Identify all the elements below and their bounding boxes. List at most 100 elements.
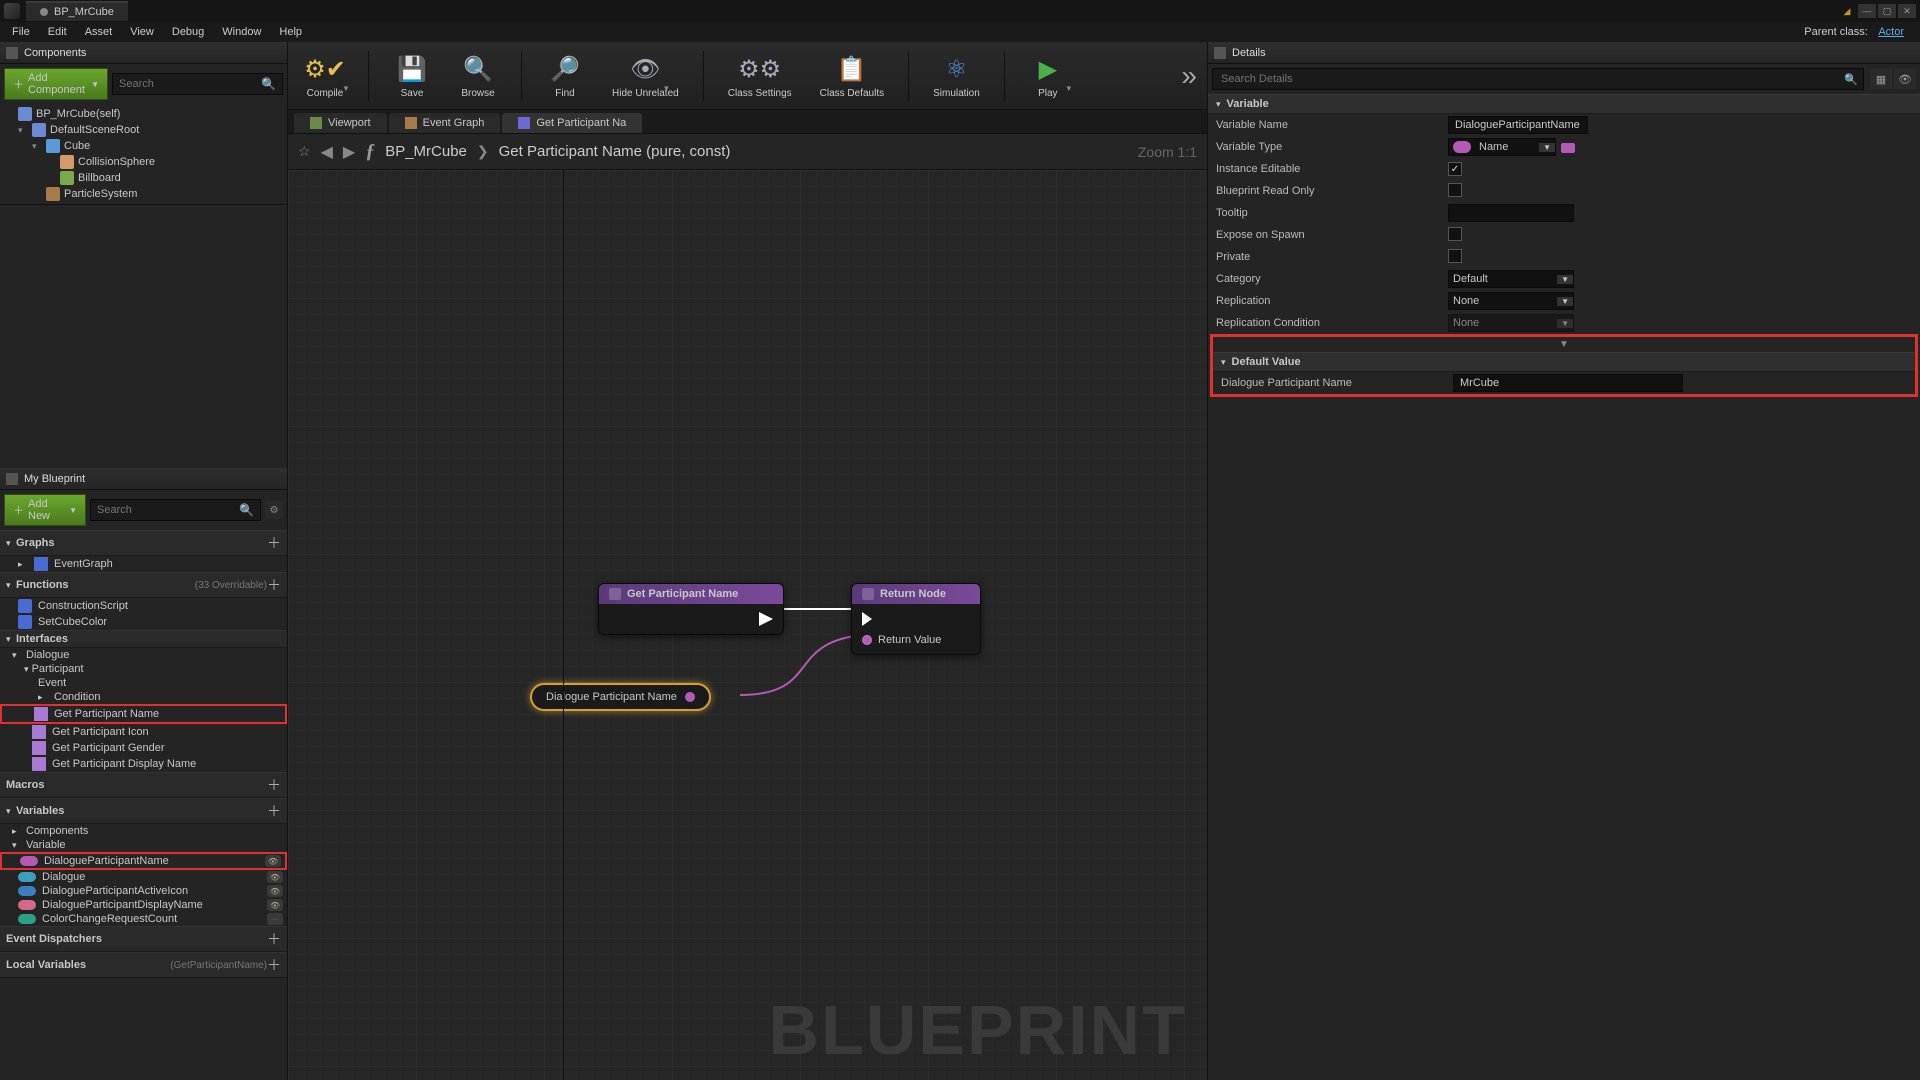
- component-self[interactable]: BP_MrCube(self): [0, 106, 287, 122]
- variable-out-pin[interactable]: [685, 692, 695, 702]
- hide-unrelated-button[interactable]: 👁Hide Unrelated▼: [604, 48, 687, 103]
- component-collision-sphere[interactable]: CollisionSphere: [0, 154, 287, 170]
- expose-on-spawn-checkbox[interactable]: [1448, 227, 1462, 241]
- details-search-input[interactable]: [1212, 68, 1864, 90]
- add-local-button[interactable]: ＋: [267, 955, 281, 975]
- myblueprint-search[interactable]: 🔍: [90, 499, 261, 521]
- close-button[interactable]: ✕: [1898, 4, 1916, 18]
- node-return[interactable]: Return Node Return Value: [851, 583, 981, 655]
- components-search[interactable]: 🔍: [112, 73, 283, 95]
- toolbar-overflow-button[interactable]: »: [1181, 60, 1197, 92]
- add-macro-button[interactable]: ＋: [267, 775, 281, 795]
- tooltip-input[interactable]: [1448, 204, 1574, 222]
- nav-forward-button[interactable]: ▶: [343, 142, 355, 162]
- components-search-input[interactable]: [119, 78, 261, 90]
- class-settings-button[interactable]: ⚙⚙Class Settings: [720, 48, 800, 103]
- replication-condition-combo[interactable]: None▼: [1448, 314, 1574, 332]
- tab-function[interactable]: Get Participant Na: [502, 113, 642, 133]
- component-scene-root[interactable]: ▾DefaultSceneRoot: [0, 122, 287, 138]
- components-panel-header[interactable]: Components: [0, 42, 287, 64]
- myblueprint-search-input[interactable]: [97, 504, 239, 516]
- interface-dialogue[interactable]: ▾Dialogue: [0, 648, 287, 662]
- graphs-section[interactable]: ▾Graphs＋: [0, 530, 287, 556]
- variable-dialogue-participant-name[interactable]: DialogueParticipantName👁: [2, 854, 285, 868]
- browse-button[interactable]: 🔍Browse: [451, 48, 505, 103]
- expand-advanced-button[interactable]: ▼: [1213, 337, 1915, 352]
- save-button[interactable]: 💾Save: [385, 48, 439, 103]
- variable-type-combo[interactable]: Name▼: [1448, 138, 1556, 156]
- settings-icon[interactable]: ⚙: [265, 501, 283, 519]
- interfaces-section[interactable]: ▾Interfaces: [0, 630, 287, 648]
- eye-closed-icon[interactable]: —: [267, 913, 283, 925]
- variable-color-change-count[interactable]: ColorChangeRequestCount—: [0, 912, 287, 926]
- replication-combo[interactable]: None▼: [1448, 292, 1574, 310]
- menu-help[interactable]: Help: [271, 24, 310, 40]
- add-dispatcher-button[interactable]: ＋: [267, 929, 281, 949]
- minimize-button[interactable]: —: [1858, 4, 1876, 18]
- my-blueprint-header[interactable]: My Blueprint: [0, 468, 287, 490]
- class-defaults-button[interactable]: 📋Class Defaults: [812, 48, 892, 103]
- variables-components-group[interactable]: ▸Components: [0, 824, 287, 838]
- locals-section[interactable]: Local Variables(GetParticipantName)＋: [0, 952, 287, 978]
- interface-get-participant-display-name[interactable]: Get Participant Display Name: [0, 756, 287, 772]
- parent-class-link[interactable]: Actor: [1878, 26, 1904, 38]
- exec-in-pin[interactable]: [862, 612, 872, 626]
- category-variable[interactable]: ▾Variable: [1208, 94, 1920, 114]
- interface-event[interactable]: Event: [0, 676, 287, 690]
- nav-back-button[interactable]: ◀: [321, 142, 333, 162]
- category-combo[interactable]: Default▼: [1448, 270, 1574, 288]
- tab-event-graph[interactable]: Event Graph: [389, 113, 501, 133]
- function-construction-script[interactable]: ConstructionScript: [0, 598, 287, 614]
- variable-dialogue[interactable]: Dialogue👁: [0, 870, 287, 884]
- add-component-button[interactable]: ＋Add Component▼: [4, 68, 108, 100]
- eye-icon[interactable]: 👁: [267, 899, 283, 911]
- macros-section[interactable]: Macros＋: [0, 772, 287, 798]
- menu-debug[interactable]: Debug: [164, 24, 212, 40]
- add-new-button[interactable]: ＋Add New▼: [4, 494, 86, 526]
- eye-icon[interactable]: 👁: [265, 855, 281, 867]
- asset-tab[interactable]: BP_MrCube: [26, 1, 128, 21]
- interface-get-participant-name[interactable]: Get Participant Name: [2, 706, 285, 722]
- variables-variable-group[interactable]: ▾Variable: [0, 838, 287, 852]
- find-button[interactable]: 🔎Find: [538, 48, 592, 103]
- exec-out-pin[interactable]: [759, 612, 773, 626]
- interface-condition[interactable]: ▸Condition: [0, 690, 287, 704]
- graph-event-graph[interactable]: ▸EventGraph: [0, 556, 287, 572]
- node-entry[interactable]: Get Participant Name: [598, 583, 784, 635]
- eye-icon[interactable]: 👁: [267, 885, 283, 897]
- favorite-icon[interactable]: ☆: [298, 143, 311, 160]
- eye-icon[interactable]: 👁: [267, 871, 283, 883]
- component-cube[interactable]: ▾Cube: [0, 138, 287, 154]
- variable-display-name[interactable]: DialogueParticipantDisplayName👁: [0, 898, 287, 912]
- view-grid-button[interactable]: ▦: [1870, 69, 1892, 89]
- interface-get-participant-icon[interactable]: Get Participant Icon: [0, 724, 287, 740]
- functions-section[interactable]: ▾Functions(33 Overridable)＋: [0, 572, 287, 598]
- node-variable-get[interactable]: Dialogue Participant Name: [530, 683, 711, 711]
- graph-canvas[interactable]: Get Participant Name Return Node Return …: [288, 170, 1207, 1080]
- private-checkbox[interactable]: [1448, 249, 1462, 263]
- add-graph-button[interactable]: ＋: [267, 533, 281, 553]
- view-eye-button[interactable]: 👁: [1894, 69, 1916, 89]
- component-particle-system[interactable]: ParticleSystem: [0, 186, 287, 202]
- add-variable-button[interactable]: ＋: [267, 801, 281, 821]
- function-set-cube-color[interactable]: SetCubeColor: [0, 614, 287, 630]
- breadcrumb-function[interactable]: Get Participant Name (pure, const): [499, 143, 731, 160]
- interface-participant[interactable]: ▾ Participant: [0, 662, 287, 676]
- menu-view[interactable]: View: [122, 24, 162, 40]
- container-type-icon[interactable]: [1561, 143, 1575, 153]
- component-billboard[interactable]: Billboard: [0, 170, 287, 186]
- variable-active-icon[interactable]: DialogueParticipantActiveIcon👁: [0, 884, 287, 898]
- menu-window[interactable]: Window: [214, 24, 269, 40]
- menu-asset[interactable]: Asset: [77, 24, 121, 40]
- details-panel-header[interactable]: Details: [1208, 42, 1920, 64]
- instance-editable-checkbox[interactable]: ✓: [1448, 162, 1462, 176]
- compile-button[interactable]: ⚙✔Compile▼: [298, 48, 352, 103]
- play-button[interactable]: ▶Play▼: [1021, 48, 1075, 103]
- variables-section[interactable]: ▾Variables＋: [0, 798, 287, 824]
- menu-edit[interactable]: Edit: [40, 24, 75, 40]
- tab-viewport[interactable]: Viewport: [294, 113, 387, 133]
- notification-icon[interactable]: ◢: [1838, 4, 1856, 18]
- return-value-pin[interactable]: Return Value: [862, 634, 941, 646]
- variable-name-input[interactable]: [1448, 116, 1588, 134]
- dispatchers-section[interactable]: Event Dispatchers＋: [0, 926, 287, 952]
